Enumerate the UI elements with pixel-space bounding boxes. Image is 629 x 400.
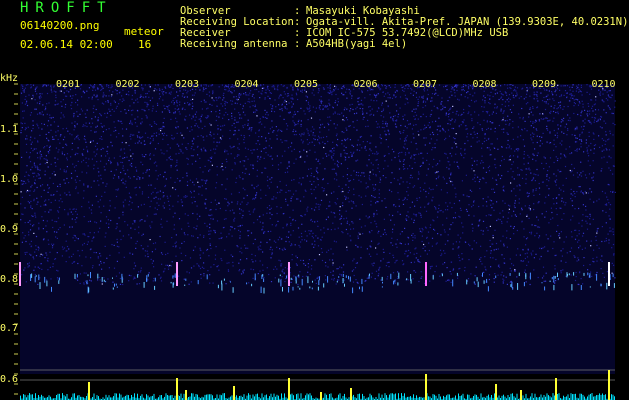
time-label-0204: 0204 (234, 79, 259, 90)
spectrogram (14, 83, 616, 400)
time-label-0201: 0201 (56, 79, 81, 90)
time-label-0207: 0207 (413, 79, 438, 90)
freq-tick-0-8: 0.8 (0, 274, 19, 285)
spectrogram-noise (20, 84, 616, 374)
time-label-0205: 0205 (294, 79, 319, 90)
freq-tick-1-0: 1.0 (0, 174, 19, 185)
freq-tick-0-7: 0.7 (0, 323, 19, 334)
freq-tick-0-9: 0.9 (0, 224, 19, 235)
time-label-0209: 0209 (532, 79, 557, 90)
time-label-0210: 0210 (591, 79, 616, 90)
time-label-0202: 0202 (115, 79, 140, 90)
detection-histogram (20, 369, 615, 400)
freq-tick-0-6: 0.6 (0, 374, 19, 385)
frequency-unit: kHz (0, 73, 19, 84)
freq-tick-1-1: 1.1 (0, 124, 19, 135)
time-label-0206: 0206 (353, 79, 378, 90)
time-label-0203: 0203 (175, 79, 200, 90)
time-label-0208: 0208 (472, 79, 497, 90)
